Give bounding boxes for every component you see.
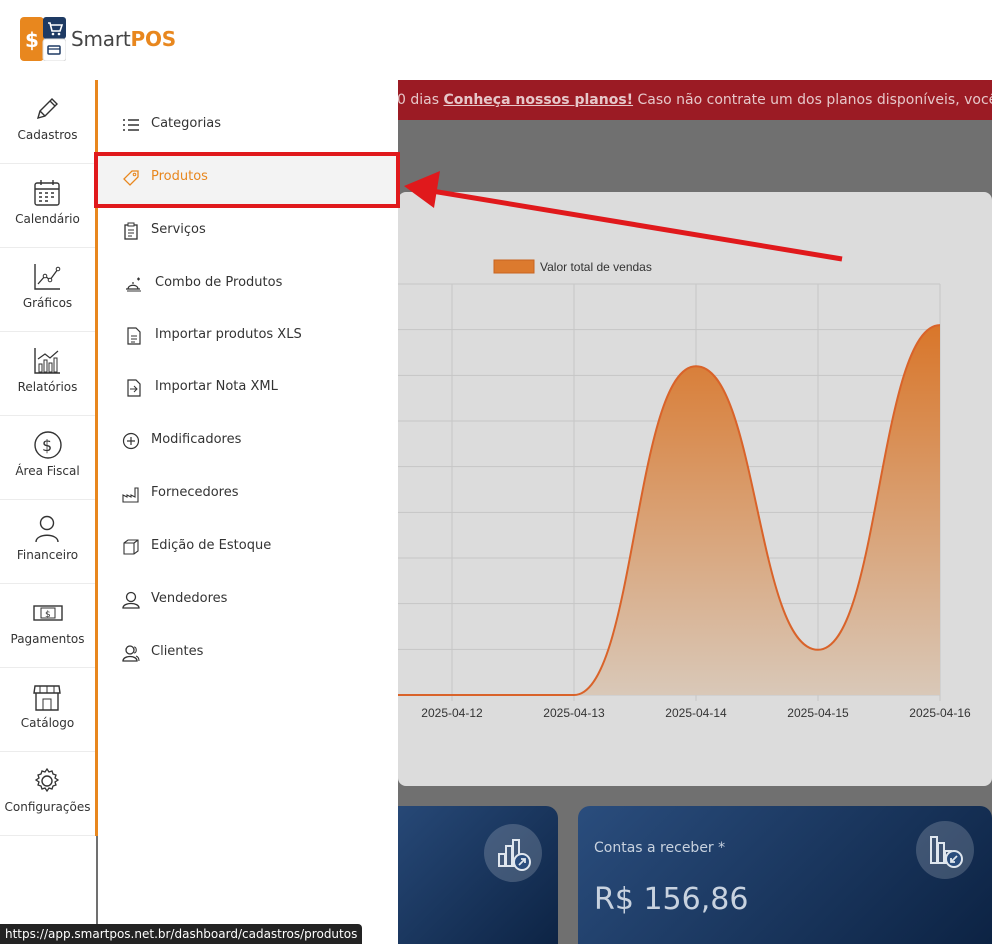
rail-label: Relatórios bbox=[17, 380, 78, 394]
rail-item-catalogo[interactable]: Catálogo bbox=[0, 668, 95, 752]
highlight-box bbox=[94, 152, 400, 208]
submenu-item-importar-xls[interactable]: Importar produtos XLS bbox=[98, 310, 398, 363]
receivable-card[interactable]: Contas a receber * R$ 156,86 bbox=[578, 806, 992, 944]
plus-circle-icon bbox=[122, 432, 140, 450]
smartpos-logo[interactable]: $ bbox=[20, 17, 66, 61]
rail-label: Cadastros bbox=[17, 128, 78, 142]
sales-area bbox=[398, 325, 940, 695]
submenu-label: Combo de Produtos bbox=[155, 275, 283, 290]
receivable-title: Contas a receber * bbox=[594, 840, 726, 856]
banner-text-post: Caso não contrate um dos planos disponív… bbox=[637, 92, 992, 108]
svg-text:$: $ bbox=[42, 436, 52, 455]
submenu-label: Modificadores bbox=[151, 432, 242, 447]
rail-label: Gráficos bbox=[22, 296, 73, 310]
rail-label: Calendário bbox=[15, 212, 80, 226]
main-sidebar: Cadastros Calendário Gráficos Relatórios… bbox=[0, 80, 96, 944]
submenu-item-combo[interactable]: Combo de Produtos bbox=[98, 258, 398, 311]
bar-report-icon bbox=[34, 348, 60, 374]
rail-item-pagamentos[interactable]: $ Pagamentos bbox=[0, 584, 95, 668]
line-chart-icon bbox=[34, 264, 61, 290]
list-icon bbox=[123, 119, 139, 131]
calendar-icon bbox=[34, 180, 60, 206]
submenu-item-categorias[interactable]: Categorias bbox=[98, 99, 398, 152]
rail-item-graficos[interactable]: Gráficos bbox=[0, 248, 95, 332]
rail-label: Configurações bbox=[4, 800, 91, 814]
factory-icon bbox=[122, 487, 139, 503]
rail-label: Pagamentos bbox=[10, 632, 85, 646]
submenu-item-estoque[interactable]: Edição de Estoque bbox=[98, 521, 398, 574]
gear-icon bbox=[34, 767, 60, 793]
legend-label: Valor total de vendas bbox=[540, 260, 652, 274]
clipboard-icon bbox=[124, 222, 138, 240]
x-tick-label: 2025-04-12 bbox=[421, 706, 483, 720]
file-import-icon bbox=[127, 327, 141, 345]
submenu-label: Serviços bbox=[151, 222, 206, 237]
svg-text:$: $ bbox=[25, 28, 39, 52]
submenu-item-servicos[interactable]: Serviços bbox=[98, 205, 398, 258]
banknote-icon: $ bbox=[33, 605, 63, 621]
brand-name: SmartPOS bbox=[71, 27, 176, 51]
dollar-circle-icon: $ bbox=[34, 431, 62, 459]
rail-item-area-fiscal[interactable]: $ Área Fiscal bbox=[0, 416, 95, 500]
banner-text-pre: 0 dias bbox=[397, 92, 444, 108]
file-arrow-icon bbox=[127, 379, 141, 397]
submenu-label: Vendedores bbox=[151, 591, 228, 606]
submenu-label: Categorias bbox=[151, 116, 222, 131]
x-tick-label: 2025-04-13 bbox=[543, 706, 605, 720]
submenu-item-fornecedores[interactable]: Fornecedores bbox=[98, 468, 398, 521]
brand-light: Smart bbox=[71, 27, 131, 51]
submenu-item-modificadores[interactable]: Modificadores bbox=[98, 415, 398, 468]
x-tick-label: 2025-04-15 bbox=[787, 706, 849, 720]
legend-swatch bbox=[493, 259, 535, 274]
x-tick-label: 2025-04-14 bbox=[665, 706, 727, 720]
status-bar-url: https://app.smartpos.net.br/dashboard/ca… bbox=[0, 924, 363, 944]
submenu-label: Importar produtos XLS bbox=[155, 327, 302, 342]
combo-icon bbox=[126, 277, 141, 292]
submenu-item-importar-xml[interactable]: Importar Nota XML bbox=[98, 362, 398, 415]
box-icon bbox=[123, 539, 139, 555]
storefront-icon bbox=[33, 685, 61, 711]
submenu-label: Importar Nota XML bbox=[155, 379, 278, 394]
chart-down-icon bbox=[916, 821, 974, 879]
plans-link[interactable]: Conheça nossos planos! bbox=[443, 92, 633, 108]
submenu-label: Edição de Estoque bbox=[151, 538, 272, 553]
cadastros-submenu: Categorias Produtos Serviços Combo de Pr… bbox=[98, 80, 398, 944]
sales-chart: Valor total de vendas 2025-04-12 2025-04-… bbox=[398, 259, 971, 720]
submenu-label: Clientes bbox=[151, 644, 204, 659]
rail-label: Financeiro bbox=[16, 548, 79, 562]
rail-item-configuracoes[interactable]: Configurações bbox=[0, 752, 95, 836]
users-icon bbox=[122, 645, 140, 662]
rail-item-relatorios[interactable]: Relatórios bbox=[0, 332, 95, 416]
svg-text:$: $ bbox=[45, 610, 51, 620]
sales-chart-card: Valor total de vendas 2025-04-12 2025-04-… bbox=[398, 192, 992, 786]
top-bar: $ SmartPOS bbox=[0, 0, 992, 80]
x-tick-label: 2025-04-16 bbox=[909, 706, 971, 720]
person-icon bbox=[35, 515, 59, 543]
brand-bold: POS bbox=[130, 27, 177, 51]
user-icon bbox=[122, 591, 140, 609]
rail-label: Catálogo bbox=[20, 716, 75, 730]
pencil-icon bbox=[36, 98, 58, 120]
rail-item-calendario[interactable]: Calendário bbox=[0, 164, 95, 248]
rail-item-financeiro[interactable]: Financeiro bbox=[0, 500, 95, 584]
submenu-label: Fornecedores bbox=[151, 485, 239, 500]
chart-up-icon bbox=[484, 824, 542, 882]
submenu-item-clientes[interactable]: Clientes bbox=[98, 627, 398, 680]
rail-label: Área Fiscal bbox=[15, 464, 80, 478]
receivable-value: R$ 156,86 bbox=[594, 882, 749, 917]
rail-item-cadastros[interactable]: Cadastros bbox=[0, 80, 95, 164]
submenu-item-vendedores[interactable]: Vendedores bbox=[98, 574, 398, 627]
